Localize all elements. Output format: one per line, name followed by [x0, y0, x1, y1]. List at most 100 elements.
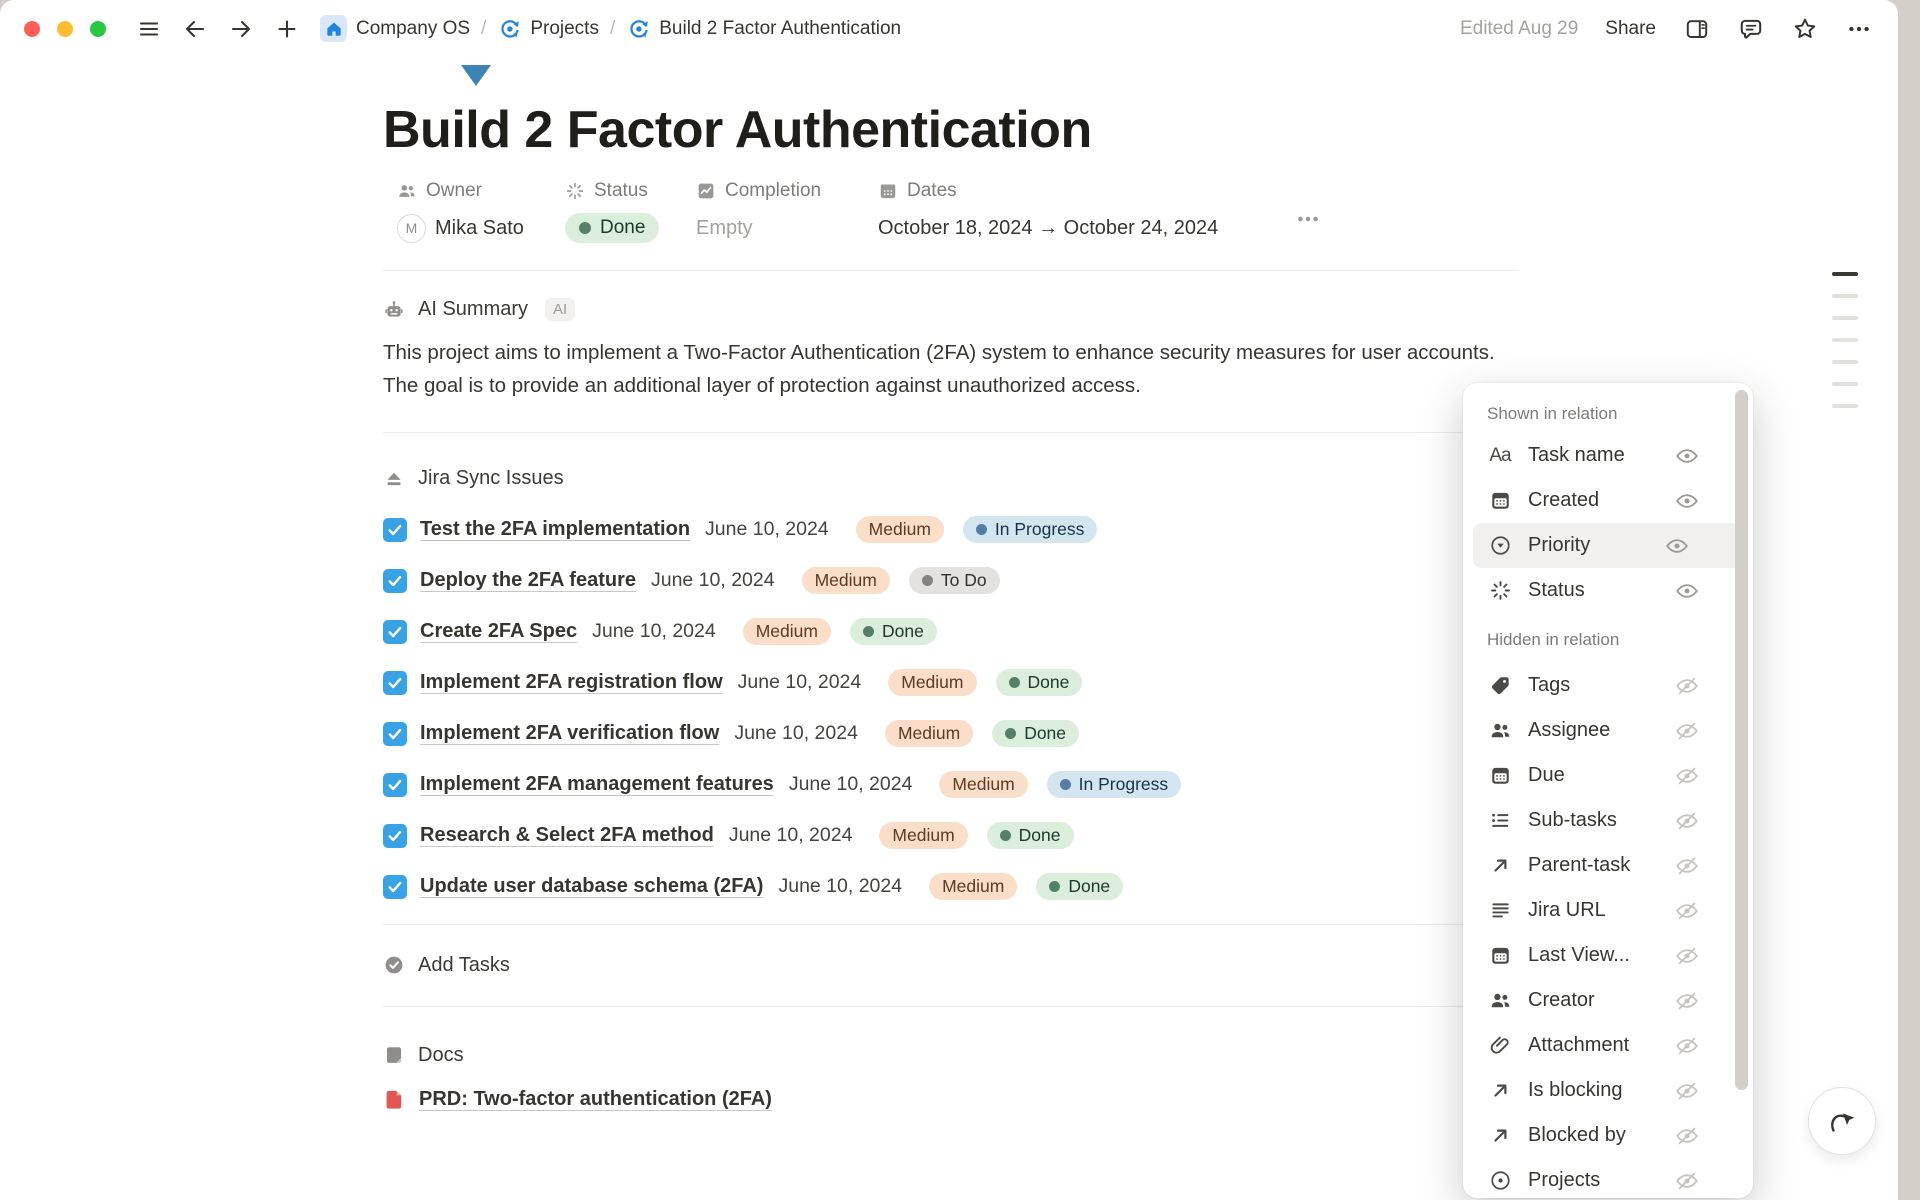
eye-off-icon[interactable] [1673, 1077, 1701, 1105]
property-dates-value[interactable]: October 18, 2024 → October 24, 2024 [878, 212, 1518, 244]
status-pill[interactable]: Done [987, 822, 1074, 849]
priority-pill[interactable]: Medium [888, 669, 976, 696]
task-title-link[interactable]: Deploy the 2FA feature [420, 569, 636, 592]
property-owner-value[interactable]: M Mika Sato [397, 212, 565, 244]
back-icon[interactable] [182, 16, 208, 42]
checkbox-checked-icon[interactable] [383, 569, 407, 593]
property-dates-label[interactable]: Dates [878, 180, 1518, 202]
popup-item-sub-tasks[interactable]: Sub-tasks [1463, 798, 1753, 843]
page-icon-tip[interactable] [461, 65, 491, 86]
checkbox-checked-icon[interactable] [383, 620, 407, 644]
eye-off-icon[interactable] [1673, 1167, 1701, 1195]
popup-item-assignee[interactable]: Assignee [1463, 708, 1753, 753]
doc-link[interactable]: PRD: Two-factor authentication (2FA) [419, 1088, 772, 1111]
status-pill[interactable]: Done [992, 720, 1079, 747]
favorite-star-icon[interactable] [1791, 15, 1818, 42]
task-date[interactable]: June 10, 2024 [705, 518, 829, 541]
eye-icon[interactable] [1673, 487, 1701, 515]
status-pill[interactable]: Done [850, 618, 937, 645]
minimize-window-button[interactable] [57, 21, 73, 37]
property-status-value[interactable]: Done [565, 212, 696, 244]
task-title-link[interactable]: Create 2FA Spec [420, 620, 577, 643]
property-owner-label[interactable]: Owner [397, 180, 565, 202]
task-date[interactable]: June 10, 2024 [789, 773, 913, 796]
popup-item-task-name[interactable]: AaTask name [1463, 433, 1753, 478]
task-title-link[interactable]: Research & Select 2FA method [420, 824, 714, 847]
more-properties-icon[interactable] [1291, 206, 1325, 232]
docs-header[interactable]: Docs [383, 1040, 1518, 1070]
popup-item-tags[interactable]: Tags [1463, 663, 1753, 708]
popup-item-priority[interactable]: Priority [1473, 523, 1743, 568]
more-options-icon[interactable] [1845, 15, 1872, 42]
doc-link-row[interactable]: PRD: Two-factor authentication (2FA) [383, 1088, 1518, 1111]
page-title[interactable]: Build 2 Factor Authentication [383, 100, 1518, 160]
task-title-link[interactable]: Implement 2FA verification flow [420, 722, 719, 745]
priority-pill[interactable]: Medium [939, 771, 1027, 798]
new-page-icon[interactable] [274, 16, 300, 42]
status-pill[interactable]: Done [1036, 873, 1123, 900]
eye-icon[interactable] [1673, 442, 1701, 470]
property-completion-value[interactable]: Empty [696, 212, 878, 244]
checkbox-checked-icon[interactable] [383, 518, 407, 542]
priority-pill[interactable]: Medium [929, 873, 1017, 900]
eye-off-icon[interactable] [1673, 987, 1701, 1015]
task-title-link[interactable]: Test the 2FA implementation [420, 518, 690, 541]
task-date[interactable]: June 10, 2024 [651, 569, 775, 592]
checkbox-checked-icon[interactable] [383, 722, 407, 746]
eye-off-icon[interactable] [1673, 672, 1701, 700]
task-date[interactable]: June 10, 2024 [738, 671, 862, 694]
popup-item-due[interactable]: Due [1463, 753, 1753, 798]
eye-off-icon[interactable] [1673, 942, 1701, 970]
status-pill[interactable]: To Do [909, 567, 1000, 594]
eye-off-icon[interactable] [1673, 1122, 1701, 1150]
eye-off-icon[interactable] [1673, 762, 1701, 790]
priority-pill[interactable]: Medium [802, 567, 890, 594]
task-title-link[interactable]: Implement 2FA registration flow [420, 671, 723, 694]
checkbox-checked-icon[interactable] [383, 773, 407, 797]
priority-pill[interactable]: Medium [879, 822, 967, 849]
priority-pill[interactable]: Medium [885, 720, 973, 747]
zoom-window-button[interactable] [90, 21, 106, 37]
popup-item-status[interactable]: Status [1463, 568, 1753, 613]
task-date[interactable]: June 10, 2024 [734, 722, 858, 745]
status-pill[interactable]: In Progress [963, 516, 1097, 543]
popup-item-created[interactable]: Created [1463, 478, 1753, 523]
menu-icon[interactable] [136, 16, 162, 42]
task-title-link[interactable]: Update user database schema (2FA) [420, 875, 763, 898]
breadcrumb-item-company-os[interactable]: Company OS [320, 15, 470, 42]
status-pill[interactable]: In Progress [1047, 771, 1181, 798]
eye-off-icon[interactable] [1673, 717, 1701, 745]
task-date[interactable]: June 10, 2024 [778, 875, 902, 898]
share-button[interactable]: Share [1605, 18, 1656, 40]
side-panel-icon[interactable] [1683, 15, 1710, 42]
task-title-link[interactable]: Implement 2FA management features [420, 773, 774, 796]
popup-item-last-view[interactable]: Last View... [1463, 933, 1753, 978]
checkbox-checked-icon[interactable] [383, 671, 407, 695]
eye-icon[interactable] [1663, 532, 1691, 560]
checkbox-checked-icon[interactable] [383, 875, 407, 899]
popup-item-is-blocking[interactable]: Is blocking [1463, 1068, 1753, 1113]
close-window-button[interactable] [24, 21, 40, 37]
popup-item-jira-url[interactable]: Jira URL [1463, 888, 1753, 933]
eye-off-icon[interactable] [1673, 1032, 1701, 1060]
jira-sync-header[interactable]: Jira Sync Issues [383, 467, 1518, 490]
popup-item-blocked-by[interactable]: Blocked by [1463, 1113, 1753, 1158]
ai-cursor-button[interactable] [1808, 1087, 1876, 1155]
popup-scrollbar[interactable] [1735, 390, 1748, 1090]
status-pill[interactable]: Done [996, 669, 1083, 696]
eye-off-icon[interactable] [1673, 852, 1701, 880]
add-tasks-row[interactable]: Add Tasks [383, 950, 1518, 980]
breadcrumb-item-current-page[interactable]: Build 2 Factor Authentication [626, 16, 901, 41]
popup-item-parent-task[interactable]: Parent-task [1463, 843, 1753, 888]
eye-off-icon[interactable] [1673, 807, 1701, 835]
task-date[interactable]: June 10, 2024 [592, 620, 716, 643]
checkbox-checked-icon[interactable] [383, 824, 407, 848]
property-completion-label[interactable]: Completion [696, 180, 878, 202]
popup-item-creator[interactable]: Creator [1463, 978, 1753, 1023]
property-status-label[interactable]: Status [565, 180, 696, 202]
priority-pill[interactable]: Medium [743, 618, 831, 645]
popup-item-attachment[interactable]: Attachment [1463, 1023, 1753, 1068]
eye-icon[interactable] [1673, 577, 1701, 605]
ai-summary-body[interactable]: This project aims to implement a Two-Fac… [383, 336, 1518, 402]
breadcrumb-item-projects[interactable]: Projects [497, 16, 599, 41]
